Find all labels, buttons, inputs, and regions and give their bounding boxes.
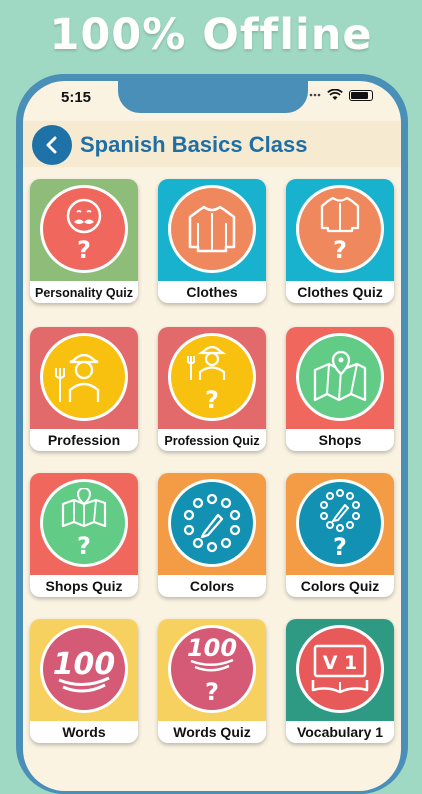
tile-label: Shops <box>318 432 362 448</box>
svg-text:?: ? <box>205 386 219 412</box>
chevron-left-icon <box>46 136 57 154</box>
tile-circle <box>168 479 256 567</box>
tile-label: Clothes <box>186 284 238 300</box>
tile-words-quiz[interactable]: 100 ? Words Quiz <box>158 619 266 743</box>
tile-label: Clothes Quiz <box>297 284 383 300</box>
book-v1-icon: V 1 <box>311 644 369 694</box>
color-palette-quiz-icon: ? <box>320 489 360 558</box>
mustache-face-quiz-icon: ? <box>66 198 102 264</box>
tile-circle: ? <box>296 185 384 273</box>
hundred-emoji-icon: 100 <box>53 647 115 693</box>
tile-profession-quiz[interactable]: ? Profession Quiz <box>158 327 266 451</box>
hundred-emoji-quiz-icon: 100 ? <box>187 634 237 704</box>
svg-text:?: ? <box>77 532 91 558</box>
tile-label: Colors Quiz <box>300 578 380 594</box>
tile-label: Shops Quiz <box>45 578 123 594</box>
tile-profession[interactable]: Profession <box>30 327 138 451</box>
app-screen: 5:15 Spanish Basics Class ? Personality … <box>23 81 401 791</box>
phone-notch <box>118 81 308 113</box>
map-pin-icon <box>313 350 367 402</box>
tile-circle <box>40 333 128 421</box>
tile-circle: ? <box>40 185 128 273</box>
tile-label: Vocabulary 1 <box>296 724 384 740</box>
signal-dots-icon <box>309 93 321 97</box>
tile-label: Personality Quiz <box>35 286 133 300</box>
tile-vocabulary-1[interactable]: V 1 Vocabulary 1 <box>286 619 394 743</box>
svg-text:100: 100 <box>53 647 115 682</box>
wifi-icon <box>327 89 343 100</box>
tile-label: Profession Quiz <box>164 434 260 448</box>
tile-circle: 100 ? <box>168 625 256 713</box>
tile-circle: V 1 <box>296 625 384 713</box>
svg-text:?: ? <box>333 533 347 558</box>
tile-circle: ? <box>40 479 128 567</box>
tile-shops[interactable]: Shops <box>286 327 394 451</box>
farmer-quiz-icon: ? <box>187 345 227 412</box>
page-title: Spanish Basics Class <box>80 132 308 157</box>
battery-icon <box>349 89 373 101</box>
svg-text:?: ? <box>333 236 347 264</box>
jacket-quiz-icon: ? <box>320 196 360 264</box>
tile-colors-quiz[interactable]: ? Colors Quiz <box>286 473 394 597</box>
tile-words[interactable]: 100 Words <box>30 619 138 743</box>
tile-circle: ? <box>168 333 256 421</box>
tile-circle <box>168 185 256 273</box>
promo-banner-text: 100% Offline <box>49 10 373 60</box>
farmer-icon <box>55 353 100 402</box>
tile-label: Colors <box>189 578 235 594</box>
back-button[interactable] <box>32 125 72 165</box>
tile-label: Profession <box>47 432 121 448</box>
tile-circle: ? <box>296 479 384 567</box>
map-pin-quiz-icon: ? <box>61 488 107 558</box>
color-palette-icon <box>183 493 241 553</box>
tile-circle <box>296 333 384 421</box>
svg-text:100: 100 <box>187 634 237 662</box>
status-icons <box>309 89 373 101</box>
svg-text:?: ? <box>77 236 91 264</box>
tile-colors[interactable]: Colors <box>158 473 266 597</box>
svg-text:?: ? <box>205 678 219 704</box>
status-time: 5:15 <box>61 89 92 106</box>
tile-label: Words Quiz <box>173 724 251 740</box>
app-header: Spanish Basics Class <box>23 121 401 167</box>
tile-circle: 100 <box>40 625 128 713</box>
tile-clothes-quiz[interactable]: ? Clothes Quiz <box>286 179 394 303</box>
tile-clothes[interactable]: Clothes <box>158 179 266 303</box>
phone-frame: 5:15 Spanish Basics Class ? Personality … <box>16 74 408 794</box>
book-v1-text: V 1 <box>323 652 358 674</box>
tile-shops-quiz[interactable]: ? Shops Quiz <box>30 473 138 597</box>
jacket-icon <box>188 205 236 253</box>
tile-personality-quiz[interactable]: ? Personality Quiz <box>30 179 138 303</box>
tile-label: Words <box>62 724 106 740</box>
